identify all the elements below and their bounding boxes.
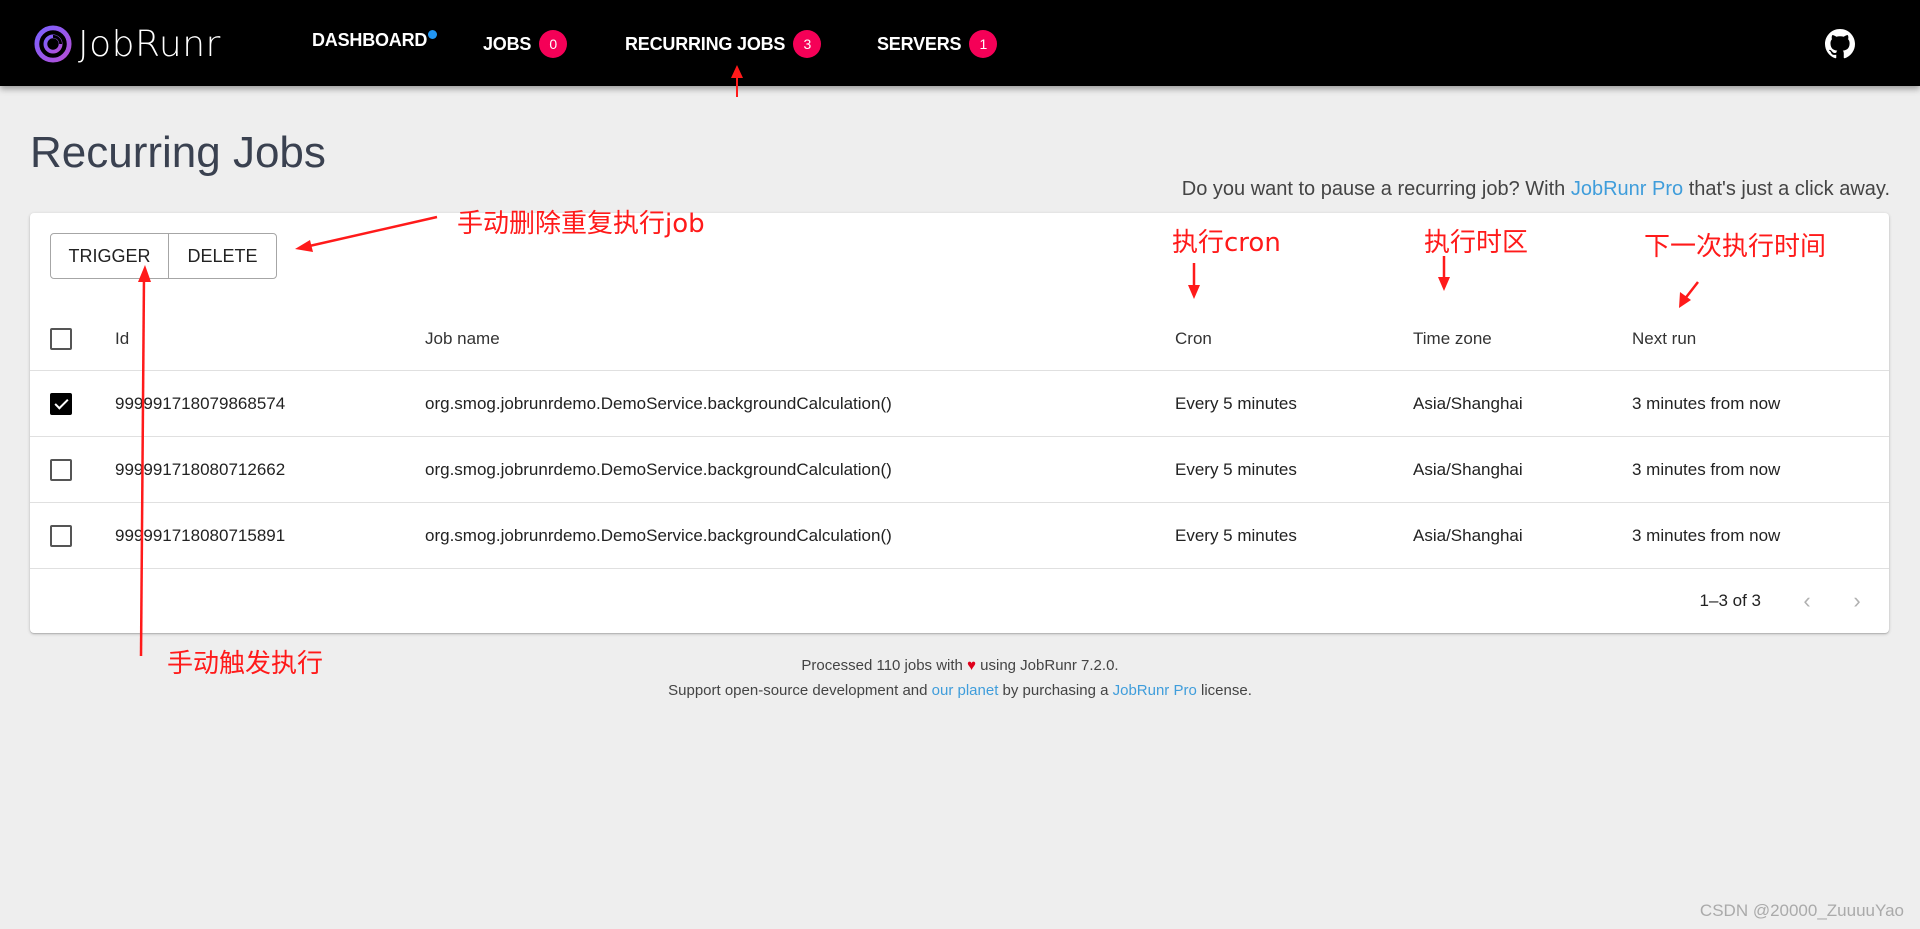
nav-servers[interactable]: SERVERS 1 bbox=[877, 30, 998, 58]
heart-icon: ♥ bbox=[967, 657, 976, 674]
page-title: Recurring Jobs bbox=[30, 128, 326, 177]
jobs-count-badge: 0 bbox=[539, 30, 568, 58]
table-header: Id Job name Cron Time zone Next run bbox=[30, 308, 1889, 371]
nav-dashboard-label: DASHBOARD bbox=[312, 30, 428, 50]
promo-text-after: that's just a click away. bbox=[1683, 178, 1890, 200]
job-id[interactable]: 999991718080712662 bbox=[115, 460, 285, 480]
annotation-delete-note: 手动删除重复执行job bbox=[457, 209, 705, 239]
job-time-zone: Asia/Shanghai bbox=[1413, 459, 1523, 479]
csdn-watermark: CSDN @20000_ZuuuuYao bbox=[1699, 901, 1904, 920]
next-page-chevron-icon[interactable]: › bbox=[1847, 588, 1867, 613]
nav-recurring-jobs[interactable]: RECURRING JOBS 3 bbox=[625, 30, 822, 58]
job-cron: Every 5 minutes bbox=[1175, 459, 1297, 479]
column-header-time-zone[interactable]: Time zone bbox=[1413, 329, 1492, 349]
table-row[interactable]: 999991718080712662 org.smog.jobrunrdemo.… bbox=[30, 437, 1889, 503]
job-name[interactable]: org.smog.jobrunrdemo.DemoService.backgro… bbox=[425, 460, 892, 480]
action-button-group: TRIGGER DELETE bbox=[50, 233, 277, 279]
delete-button[interactable]: DELETE bbox=[169, 234, 276, 278]
jobrunr-pro-link[interactable]: JobRunr Pro bbox=[1571, 178, 1683, 200]
nav-jobs[interactable]: JOBS 0 bbox=[483, 30, 568, 58]
nav-dashboard[interactable]: DASHBOARD bbox=[312, 30, 438, 51]
table-pagination: 1–3 of 3 ‹ › bbox=[1489, 568, 1889, 633]
row-checkbox[interactable] bbox=[50, 458, 72, 481]
annotation-nextrun-note: 下一次执行时间 bbox=[1644, 232, 1827, 262]
footer-jobrunr-pro-link[interactable]: JobRunr Pro bbox=[1113, 682, 1197, 699]
footer-text-after: using JobRunr 7.2.0. bbox=[975, 657, 1119, 674]
table-row[interactable]: 999991718080715891 org.smog.jobrunrdemo.… bbox=[30, 503, 1889, 569]
spiral-logo-icon bbox=[34, 25, 72, 63]
row-checkbox[interactable] bbox=[50, 392, 72, 415]
job-cron: Every 5 minutes bbox=[1175, 525, 1297, 545]
our-planet-link[interactable]: our planet bbox=[932, 682, 999, 699]
column-header-cron[interactable]: Cron bbox=[1175, 329, 1212, 349]
nav-jobs-label: JOBS bbox=[483, 33, 532, 54]
column-header-id[interactable]: Id bbox=[115, 329, 129, 349]
annotation-timezone-note: 执行时区 bbox=[1424, 228, 1529, 258]
job-name[interactable]: org.smog.jobrunrdemo.DemoService.backgro… bbox=[425, 526, 892, 546]
job-next-run: 3 minutes from now bbox=[1632, 393, 1781, 413]
footer-support-middle: by purchasing a bbox=[998, 682, 1113, 699]
previous-page-chevron-icon[interactable]: ‹ bbox=[1797, 588, 1817, 613]
promo-text-before: Do you want to pause a recurring job? Wi… bbox=[1181, 178, 1571, 200]
servers-count-badge: 1 bbox=[969, 30, 998, 58]
footer-support-after: license. bbox=[1196, 682, 1252, 699]
recurring-jobs-card: TRIGGER DELETE Id Job name Cron Time zon… bbox=[30, 213, 1889, 633]
row-checkbox[interactable] bbox=[50, 524, 72, 547]
annotation-trigger-note: 手动触发执行 bbox=[167, 649, 324, 679]
top-navbar: JobRunr DASHBOARD JOBS 0 RECURRING JOBS … bbox=[0, 0, 1920, 86]
annotation-cron-note: 执行cron bbox=[1172, 228, 1281, 258]
pagination-range: 1–3 of 3 bbox=[1699, 590, 1761, 610]
nav-recurring-jobs-label: RECURRING JOBS bbox=[625, 33, 786, 54]
job-next-run: 3 minutes from now bbox=[1632, 525, 1781, 545]
jobrunr-logo[interactable]: JobRunr bbox=[34, 23, 221, 65]
notification-dot bbox=[428, 30, 438, 39]
recurring-jobs-count-badge: 3 bbox=[793, 30, 822, 58]
column-header-next-run[interactable]: Next run bbox=[1632, 329, 1696, 349]
job-next-run: 3 minutes from now bbox=[1632, 459, 1781, 479]
footer-support-line: Support open-source development and our … bbox=[0, 682, 1920, 699]
github-icon[interactable] bbox=[1825, 29, 1855, 59]
job-id[interactable]: 999991718080715891 bbox=[115, 526, 285, 546]
trigger-button[interactable]: TRIGGER bbox=[51, 234, 169, 278]
job-name[interactable]: org.smog.jobrunrdemo.DemoService.backgro… bbox=[425, 394, 892, 414]
logo-text: JobRunr bbox=[78, 23, 221, 65]
pro-promo-text: Do you want to pause a recurring job? Wi… bbox=[1182, 178, 1890, 201]
select-all-checkbox[interactable] bbox=[50, 328, 72, 350]
job-time-zone: Asia/Shanghai bbox=[1413, 393, 1523, 413]
nav-servers-label: SERVERS bbox=[877, 33, 962, 54]
footer-support-before: Support open-source development and bbox=[668, 682, 932, 699]
footer-text-before: Processed 110 jobs with bbox=[801, 657, 968, 674]
table-row[interactable]: 999991718079868574 org.smog.jobrunrdemo.… bbox=[30, 371, 1889, 437]
column-header-job-name[interactable]: Job name bbox=[425, 329, 500, 349]
job-id[interactable]: 999991718079868574 bbox=[115, 394, 285, 414]
job-cron: Every 5 minutes bbox=[1175, 393, 1297, 413]
job-time-zone: Asia/Shanghai bbox=[1413, 525, 1523, 545]
